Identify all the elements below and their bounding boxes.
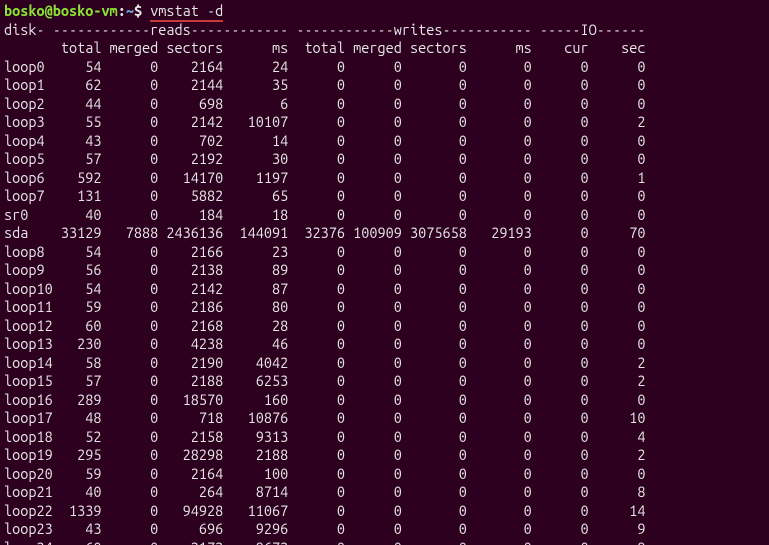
header-line-2: total merged sectors ms total merged sec… (4, 39, 645, 56)
prompt-path: ~ (126, 2, 134, 19)
prompt-colon: : (118, 2, 126, 19)
header-line-1: disk- ------------reads------------ ----… (4, 21, 645, 38)
prompt-line: bosko@bosko-vm:~$ vmstat -d (4, 2, 223, 22)
prompt-command: vmstat -d (142, 2, 223, 22)
prompt-user: bosko@bosko-vm (4, 2, 118, 19)
terminal[interactable]: bosko@bosko-vm:~$ vmstat -d disk- ------… (0, 0, 769, 545)
prompt-dollar: $ (134, 2, 142, 19)
output-rows: loop0 54 0 2164 24 0 0 0 0 0 0 loop1 62 … (4, 58, 645, 545)
